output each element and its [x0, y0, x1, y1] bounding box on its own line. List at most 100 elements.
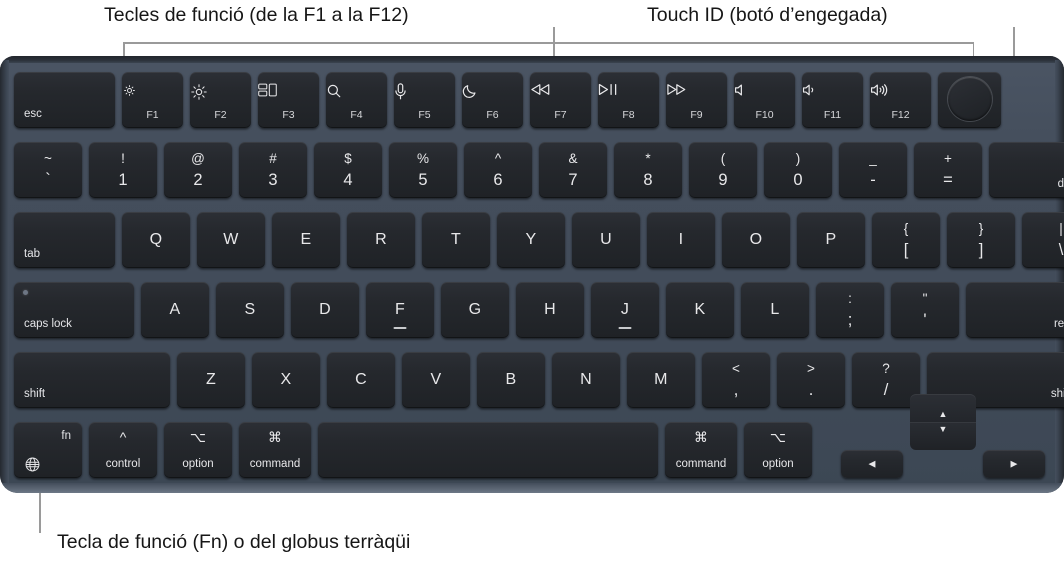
key-f[interactable]: F	[366, 282, 434, 338]
key-option-right[interactable]: ⌥ option	[744, 422, 812, 478]
key-x[interactable]: X	[252, 352, 320, 408]
key-u[interactable]: U	[572, 212, 640, 268]
key-return[interactable]: return	[966, 282, 1064, 338]
key-semicolon[interactable]: : ;	[816, 282, 884, 338]
key-bracket-right[interactable]: } ]	[947, 212, 1015, 268]
key-v[interactable]: V	[402, 352, 470, 408]
key-k[interactable]: K	[666, 282, 734, 338]
key-d-label: D	[319, 301, 331, 318]
key-esc-label: esc	[24, 108, 42, 120]
key-g[interactable]: G	[441, 282, 509, 338]
key-command-left[interactable]: ⌘ command	[239, 422, 311, 478]
key-f1[interactable]: F1	[122, 72, 183, 128]
key-8[interactable]: * 8	[614, 142, 682, 198]
key-minus[interactable]: _ -	[839, 142, 907, 198]
key-fn[interactable]: fn	[14, 422, 82, 478]
key-space[interactable]	[318, 422, 658, 478]
key-option-left[interactable]: ⌥ option	[164, 422, 232, 478]
key-1[interactable]: ! 1	[89, 142, 157, 198]
key-shift-left[interactable]: shift	[14, 352, 170, 408]
key-7[interactable]: & 7	[539, 142, 607, 198]
key-f7[interactable]: F7	[530, 72, 591, 128]
key-t[interactable]: T	[422, 212, 490, 268]
key-delete-label: delete	[1057, 178, 1064, 190]
arrow-down-icon: ▼	[938, 424, 948, 434]
modifier-key-row: fn ^ control ⌥ option ⌘ command ⌘ comman…	[14, 422, 812, 478]
key-touch-id[interactable]	[938, 72, 1001, 128]
volume-mute-icon	[734, 83, 795, 97]
key-grave[interactable]: ~ `	[14, 142, 82, 198]
key-caps-lock-label: caps lock	[24, 318, 72, 330]
key-command-right[interactable]: ⌘ command	[665, 422, 737, 478]
key-o[interactable]: O	[722, 212, 790, 268]
key-h[interactable]: H	[516, 282, 584, 338]
key-f8[interactable]: F8	[598, 72, 659, 128]
key-f9-label: F9	[690, 109, 703, 121]
key-c[interactable]: C	[327, 352, 395, 408]
key-2[interactable]: @ 2	[164, 142, 232, 198]
key-l[interactable]: L	[741, 282, 809, 338]
key-3[interactable]: # 3	[239, 142, 307, 198]
callout-function-keys-label: Tecles de funció (de la F1 a la F12)	[104, 4, 409, 26]
key-arrow-down[interactable]: ▼	[910, 422, 976, 450]
key-bracket-left[interactable]: { [	[872, 212, 940, 268]
number-key-row: ~ ` ! 1 @ 2 # 3 $ 4 % 5 ^ 6 & 7 * 8 (9 …	[14, 142, 1064, 198]
key-j-label: J	[620, 301, 630, 318]
key-0[interactable]: ) 0	[764, 142, 832, 198]
volume-down-icon	[802, 83, 863, 97]
key-w[interactable]: W	[197, 212, 265, 268]
key-f3[interactable]: F3	[258, 72, 319, 128]
key-esc[interactable]: esc	[14, 72, 115, 128]
key-equal[interactable]: + =	[914, 142, 982, 198]
key-backslash-lower: \	[1058, 241, 1064, 259]
key-z[interactable]: Z	[177, 352, 245, 408]
key-d[interactable]: D	[291, 282, 359, 338]
key-f12[interactable]: F12	[870, 72, 931, 128]
key-y[interactable]: Y	[497, 212, 565, 268]
key-b-label: B	[505, 371, 517, 388]
key-control-left[interactable]: ^ control	[89, 422, 157, 478]
key-r[interactable]: R	[347, 212, 415, 268]
function-keys-leader-line	[553, 27, 555, 56]
key-arrow-right[interactable]: ▶	[983, 450, 1045, 478]
fast-forward-icon	[666, 83, 727, 96]
key-f4[interactable]: F4	[326, 72, 387, 128]
key-arrow-up[interactable]: ▲	[910, 394, 976, 422]
key-f10[interactable]: F10	[734, 72, 795, 128]
key-n[interactable]: N	[552, 352, 620, 408]
key-caps-lock[interactable]: caps lock	[14, 282, 134, 338]
key-f6[interactable]: F6	[462, 72, 523, 128]
key-f2[interactable]: F2	[190, 72, 251, 128]
key-tab[interactable]: tab	[14, 212, 115, 268]
key-f11-label: F11	[823, 109, 842, 121]
key-f11[interactable]: F11	[802, 72, 863, 128]
key-e[interactable]: E	[272, 212, 340, 268]
key-p[interactable]: P	[797, 212, 865, 268]
callout-fn-globe-label: Tecla de funció (Fn) o del globus terràq…	[57, 531, 411, 553]
key-period[interactable]: > .	[777, 352, 845, 408]
key-9[interactable]: ( 9	[689, 142, 757, 198]
key-e-label: E	[300, 231, 312, 248]
key-f1-label: F1	[146, 109, 159, 121]
key-arrow-left[interactable]: ◀	[841, 450, 903, 478]
key-5[interactable]: % 5	[389, 142, 457, 198]
key-backslash[interactable]: | \	[1022, 212, 1064, 268]
key-b[interactable]: B	[477, 352, 545, 408]
key-6-lower: 6	[493, 171, 503, 189]
key-6[interactable]: ^ 6	[464, 142, 532, 198]
key-tab-label: tab	[24, 248, 40, 260]
key-j[interactable]: J	[591, 282, 659, 338]
key-m[interactable]: M	[627, 352, 695, 408]
key-comma[interactable]: < ,	[702, 352, 770, 408]
key-f5[interactable]: F5	[394, 72, 455, 128]
key-s[interactable]: S	[216, 282, 284, 338]
key-quote[interactable]: " '	[891, 282, 959, 338]
key-delete[interactable]: delete	[989, 142, 1064, 198]
key-f9[interactable]: F9	[666, 72, 727, 128]
key-q[interactable]: Q	[122, 212, 190, 268]
key-i[interactable]: I	[647, 212, 715, 268]
key-4[interactable]: $ 4	[314, 142, 382, 198]
key-a[interactable]: A	[141, 282, 209, 338]
key-v-label: V	[430, 371, 442, 388]
homing-bar-icon	[393, 327, 407, 329]
